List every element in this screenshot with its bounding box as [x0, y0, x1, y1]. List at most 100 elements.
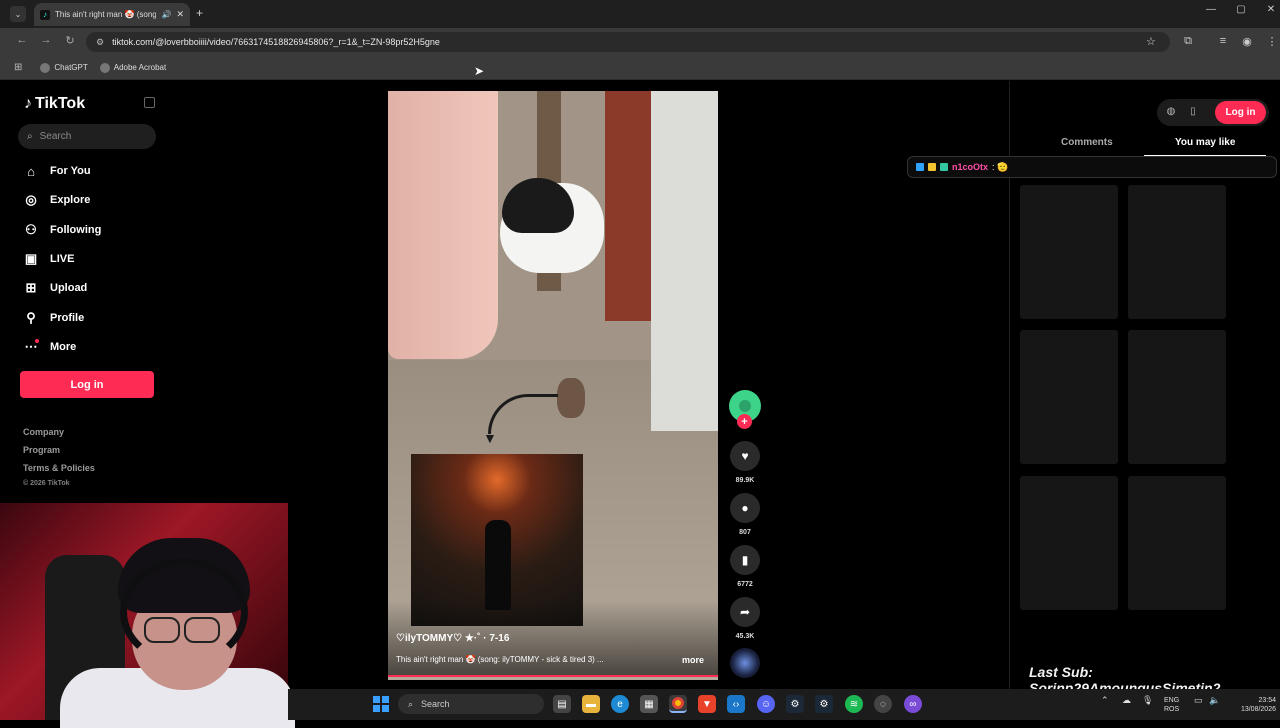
url-bar[interactable]: ⚙ tiktok.com/@loverbboiiii/video/7663174…: [86, 32, 1170, 52]
nav-more[interactable]: ⋯ More: [23, 336, 77, 358]
bookmark-label: ChatGPT: [54, 63, 88, 72]
description-more-button[interactable]: more: [682, 655, 704, 665]
like-button[interactable]: ♥: [730, 441, 760, 471]
video-tiles: [651, 91, 718, 431]
nav-live[interactable]: ▣ LIVE: [23, 248, 75, 270]
nav-label: Explore: [50, 194, 91, 206]
microphone-icon[interactable]: 🎙: [1142, 696, 1153, 705]
comment-count: 807: [739, 529, 751, 536]
tab-comments[interactable]: Comments: [1061, 137, 1113, 148]
search-placeholder: Search: [39, 131, 72, 142]
tab-you-may-like[interactable]: You may like: [1175, 137, 1235, 148]
video-post: [605, 91, 651, 321]
webcam-glasses: [144, 617, 180, 643]
logo-text: TikTok: [35, 95, 86, 112]
nav-upload[interactable]: ⊞ Upload: [23, 277, 88, 299]
browser-menu-icon[interactable]: ⋮: [1264, 35, 1280, 48]
profile-icon[interactable]: ◉: [1239, 35, 1255, 48]
tiktok-logo[interactable]: ♪ TikTok: [24, 95, 85, 113]
sidebar-login-button[interactable]: Log in: [20, 371, 154, 398]
nav-for-you[interactable]: ⌂ For You: [23, 160, 90, 182]
back-button[interactable]: ←: [14, 34, 30, 46]
comment-button[interactable]: ●: [730, 493, 760, 523]
share-button[interactable]: ➦: [730, 597, 760, 627]
language-indicator[interactable]: ENG ROS: [1164, 696, 1179, 714]
search-input[interactable]: ⌕ Search: [18, 124, 156, 149]
chat-badge-icon: [940, 163, 948, 171]
recommended-video-thumbnail[interactable]: [1128, 330, 1226, 464]
speaker-icon[interactable]: 🔊: [161, 10, 171, 19]
spotify-icon[interactable]: ≋: [845, 695, 863, 713]
collapse-sidebar-icon[interactable]: [144, 97, 155, 108]
tab-search-button[interactable]: ⌄: [10, 6, 26, 22]
taskbar-search[interactable]: ⌕ Search: [398, 694, 544, 714]
close-window-button[interactable]: ✕: [1256, 4, 1280, 15]
video-progress-bar[interactable]: [388, 675, 718, 677]
device-icon[interactable]: ▯: [1186, 106, 1200, 117]
recommended-video-thumbnail[interactable]: [1128, 476, 1226, 610]
nav-explore[interactable]: ◎ Explore: [23, 189, 90, 211]
site-info-icon[interactable]: ⚙: [96, 37, 104, 48]
search-icon: ⌕: [27, 131, 33, 142]
taskbar-search-placeholder: Search: [421, 699, 450, 709]
chrome-icon[interactable]: [669, 695, 687, 713]
footer-terms-link[interactable]: Terms & Policies: [23, 463, 95, 473]
save-button[interactable]: ▮: [730, 545, 760, 575]
recommended-video-thumbnail[interactable]: [1020, 185, 1118, 319]
bookmark-star-icon[interactable]: ☆: [1146, 35, 1156, 48]
maximize-button[interactable]: ▢: [1226, 4, 1256, 15]
clock[interactable]: 23:54 13/08/2026: [1228, 696, 1276, 714]
obs-icon[interactable]: ◌: [874, 695, 892, 713]
music-disc-icon[interactable]: [730, 648, 760, 678]
bookmark-adobe-acrobat[interactable]: Adobe Acrobat: [99, 62, 166, 73]
apps-grid-icon[interactable]: ⊞: [14, 62, 22, 73]
webcam-glasses: [184, 617, 220, 643]
nav-profile[interactable]: ⚲ Profile: [23, 307, 84, 329]
recommended-video-thumbnail[interactable]: [1020, 330, 1118, 464]
chat-badge-icon: [928, 163, 936, 171]
bookmark-icon: ▮: [741, 553, 749, 567]
reload-button[interactable]: ↻: [62, 34, 78, 47]
store-icon[interactable]: ▦: [640, 695, 658, 713]
header-login-button[interactable]: Log in: [1215, 101, 1266, 124]
task-view-icon[interactable]: ▤: [553, 695, 571, 713]
mouse-cursor-icon: ➤: [474, 64, 485, 78]
extensions-icon[interactable]: ⧉: [1180, 35, 1196, 48]
media-control-icon[interactable]: ≡: [1215, 35, 1231, 47]
discord-icon[interactable]: ☺: [757, 695, 775, 713]
save-count: 6772: [737, 581, 753, 588]
follow-button[interactable]: +: [737, 414, 752, 429]
chat-text: : 🫡: [992, 161, 1009, 172]
tiktok-favicon-icon: ♪: [40, 9, 50, 20]
arrow-down-icon: ▼: [483, 430, 497, 446]
url-text[interactable]: tiktok.com/@loverbboiiii/video/766317451…: [112, 37, 440, 47]
copyright-text: © 2026 TikTok: [23, 480, 70, 487]
coin-icon[interactable]: ◍: [1164, 106, 1178, 117]
bookmark-chatgpt[interactable]: ChatGPT: [40, 62, 88, 73]
file-explorer-icon[interactable]: ▬: [582, 695, 600, 713]
recommended-video-thumbnail[interactable]: [1128, 185, 1226, 319]
forward-button[interactable]: →: [38, 34, 54, 46]
footer-company-link[interactable]: Company: [23, 427, 64, 437]
app-icon[interactable]: ∞: [904, 695, 922, 713]
edge-icon[interactable]: e: [611, 695, 629, 713]
steam-icon[interactable]: ⚙: [815, 695, 833, 713]
video-author[interactable]: ♡ilyTOMMY♡ ★·˚ · 7-16: [396, 633, 509, 644]
recommended-video-thumbnail[interactable]: [1020, 476, 1118, 610]
onedrive-icon[interactable]: ☁: [1122, 696, 1131, 705]
steam-icon[interactable]: ⚙: [786, 695, 804, 713]
clock-date: 13/08/2026: [1240, 706, 1276, 713]
volume-icon[interactable]: 🔈: [1209, 696, 1220, 705]
profile-icon: ⚲: [26, 310, 36, 325]
new-tab-button[interactable]: +: [196, 6, 203, 20]
footer-program-link[interactable]: Program: [23, 445, 60, 455]
brave-icon[interactable]: ▼: [698, 695, 716, 713]
vscode-icon[interactable]: ‹›: [727, 695, 745, 713]
tab-close-icon[interactable]: ✕: [176, 9, 184, 20]
minimize-button[interactable]: —: [1196, 4, 1226, 15]
tray-overflow-icon[interactable]: ⌃: [1101, 696, 1109, 705]
network-icon[interactable]: ▭: [1194, 696, 1203, 705]
browser-tab[interactable]: ♪ This ain't right man 🤡 (song 🔊 ✕: [34, 3, 190, 26]
windows-start-icon[interactable]: [373, 696, 389, 712]
nav-following[interactable]: ⚇ Following: [23, 219, 101, 241]
